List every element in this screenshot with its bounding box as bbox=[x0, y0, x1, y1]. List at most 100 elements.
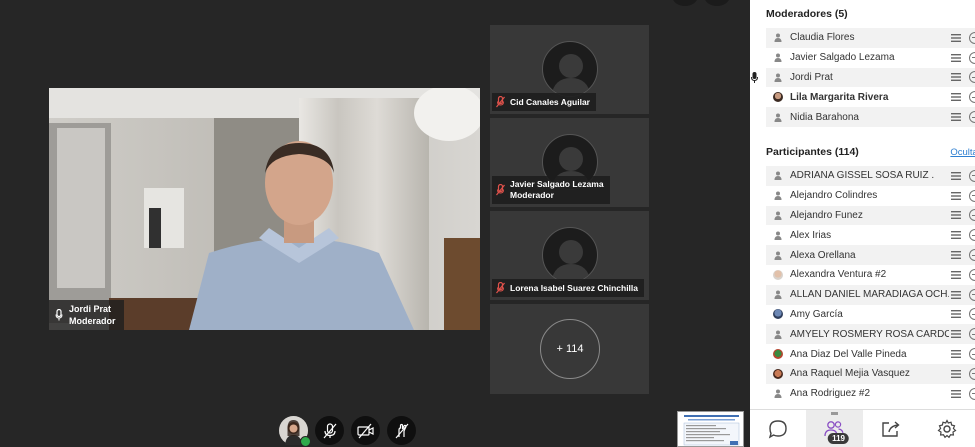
list-item[interactable]: Claudia Flores bbox=[766, 28, 975, 48]
remove-icon[interactable] bbox=[969, 288, 975, 301]
menu-icon[interactable] bbox=[949, 73, 963, 82]
top-control-2[interactable] bbox=[704, 0, 730, 6]
remove-icon[interactable] bbox=[969, 328, 975, 341]
participant-name: Alexa Orellana bbox=[790, 249, 856, 261]
tab-settings[interactable] bbox=[919, 410, 975, 447]
tab-share[interactable] bbox=[863, 410, 919, 447]
menu-icon[interactable] bbox=[949, 93, 963, 102]
user-icon bbox=[766, 113, 790, 122]
participants-count-badge: 119 bbox=[828, 433, 850, 444]
participant-name: ADRIANA GISSEL SOSA RUIZ . bbox=[790, 170, 935, 182]
user-icon bbox=[766, 33, 790, 43]
list-item[interactable]: ALLAN DANIEL MARADIAGA OCH... bbox=[766, 284, 975, 305]
list-item[interactable]: Jordi Prat bbox=[751, 67, 975, 88]
more-participants-count[interactable]: + 114 bbox=[540, 319, 600, 379]
user-icon bbox=[766, 211, 790, 220]
participants-title: Participantes (114) bbox=[766, 146, 859, 158]
default-avatar-icon bbox=[542, 227, 598, 283]
list-item[interactable]: Amy García bbox=[766, 305, 975, 325]
menu-icon[interactable] bbox=[949, 171, 963, 180]
share-icon bbox=[881, 420, 900, 437]
participant-name: ALLAN DANIEL MARADIAGA OCH... bbox=[790, 289, 949, 301]
raise-hand-button[interactable] bbox=[387, 416, 416, 445]
remove-icon[interactable] bbox=[969, 308, 975, 321]
participants-list: ADRIANA GISSEL SOSA RUIZ . Alejandro Col… bbox=[766, 166, 975, 404]
remove-icon[interactable] bbox=[969, 169, 975, 182]
user-avatar-icon bbox=[766, 92, 790, 103]
menu-icon[interactable] bbox=[949, 113, 963, 122]
menu-icon[interactable] bbox=[949, 389, 963, 398]
remove-icon[interactable] bbox=[969, 51, 975, 64]
list-item[interactable]: Ana Raquel Mejia Vasquez bbox=[766, 363, 975, 384]
tile-label: Cid Canales Aguilar bbox=[492, 93, 596, 111]
remove-icon[interactable] bbox=[969, 387, 975, 400]
menu-icon[interactable] bbox=[949, 53, 963, 62]
menu-icon[interactable] bbox=[949, 231, 963, 240]
remove-icon[interactable] bbox=[969, 91, 975, 104]
list-item[interactable]: AMYELY ROSMERY ROSA CARDO... bbox=[766, 324, 975, 345]
tab-chat[interactable] bbox=[750, 410, 806, 447]
menu-icon[interactable] bbox=[949, 369, 963, 378]
video-stage: Jordi Prat Moderador Cid Canales Aguilar… bbox=[0, 0, 750, 447]
list-item[interactable]: Alejandro Colindres bbox=[766, 186, 975, 206]
mic-off-icon bbox=[495, 282, 505, 294]
menu-icon[interactable] bbox=[949, 290, 963, 299]
remove-icon[interactable] bbox=[969, 268, 975, 281]
participant-name: Javier Salgado Lezama bbox=[790, 52, 895, 64]
participant-name: Ana Diaz Del Valle Pineda bbox=[790, 348, 907, 360]
speaker-role: Moderador bbox=[69, 316, 116, 326]
user-avatar-icon bbox=[766, 349, 790, 360]
list-item[interactable]: Javier Salgado Lezama bbox=[766, 48, 975, 68]
hide-participants-link[interactable]: Ocultar bbox=[950, 147, 975, 158]
menu-icon[interactable] bbox=[949, 310, 963, 319]
remove-icon[interactable] bbox=[969, 71, 975, 84]
remove-icon[interactable] bbox=[969, 31, 975, 44]
tile-name: Lorena Isabel Suarez Chinchilla bbox=[510, 282, 639, 293]
chat-icon bbox=[768, 419, 787, 438]
remove-icon[interactable] bbox=[969, 229, 975, 242]
more-participants-tile[interactable]: + 114 bbox=[490, 304, 649, 394]
participant-tile[interactable]: Lorena Isabel Suarez Chinchilla bbox=[490, 211, 649, 300]
menu-icon[interactable] bbox=[949, 330, 963, 339]
list-item[interactable]: Alexa Orellana bbox=[766, 245, 975, 265]
menu-icon[interactable] bbox=[949, 33, 963, 42]
remove-icon[interactable] bbox=[969, 111, 975, 124]
camera-toggle-button[interactable] bbox=[351, 416, 380, 445]
participant-tile[interactable]: Cid Canales Aguilar bbox=[490, 25, 649, 114]
list-item[interactable]: Ana Rodriguez #2 bbox=[766, 384, 975, 404]
top-controls bbox=[672, 0, 730, 6]
list-item[interactable]: Nidia Barahona bbox=[766, 107, 975, 127]
tab-participants[interactable]: 119 bbox=[806, 410, 863, 447]
remove-icon[interactable] bbox=[969, 189, 975, 202]
menu-icon[interactable] bbox=[949, 350, 963, 359]
tile-name: Cid Canales Aguilar bbox=[510, 96, 590, 107]
top-control-1[interactable] bbox=[672, 0, 698, 6]
mute-mic-button[interactable] bbox=[315, 416, 344, 445]
main-speaker-video[interactable]: Jordi Prat Moderador bbox=[49, 88, 480, 330]
gear-icon bbox=[937, 418, 957, 438]
participant-name: Jordi Prat bbox=[790, 71, 833, 83]
user-icon bbox=[766, 73, 790, 82]
remove-icon[interactable] bbox=[969, 249, 975, 262]
menu-icon[interactable] bbox=[949, 251, 963, 260]
remove-icon[interactable] bbox=[969, 348, 975, 361]
participant-name: Alejandro Colindres bbox=[790, 190, 878, 202]
remove-icon[interactable] bbox=[969, 367, 975, 380]
user-icon bbox=[766, 251, 790, 260]
list-item[interactable]: ADRIANA GISSEL SOSA RUIZ . bbox=[766, 166, 975, 186]
menu-icon[interactable] bbox=[949, 211, 963, 220]
menu-icon[interactable] bbox=[949, 191, 963, 200]
self-avatar-button[interactable] bbox=[279, 416, 311, 447]
remove-icon[interactable] bbox=[969, 209, 975, 222]
list-item[interactable]: Alexandra Ventura #2 bbox=[766, 265, 975, 285]
list-item[interactable]: Alejandro Funez bbox=[766, 205, 975, 226]
participant-name: Lila Margarita Rivera bbox=[790, 91, 889, 103]
list-item[interactable]: Alex Irias bbox=[766, 225, 975, 245]
list-item[interactable]: Ana Diaz Del Valle Pineda bbox=[766, 344, 975, 364]
menu-icon[interactable] bbox=[949, 270, 963, 279]
list-item[interactable]: Lila Margarita Rivera bbox=[766, 87, 975, 107]
presentation-thumbnail[interactable] bbox=[677, 411, 744, 447]
moderators-list: Claudia Flores Javier Salgado Lezama Jor… bbox=[751, 28, 975, 127]
participant-tile[interactable]: Javier Salgado Lezama Moderador bbox=[490, 118, 649, 207]
sidebar-tabs: 119 bbox=[750, 409, 975, 447]
